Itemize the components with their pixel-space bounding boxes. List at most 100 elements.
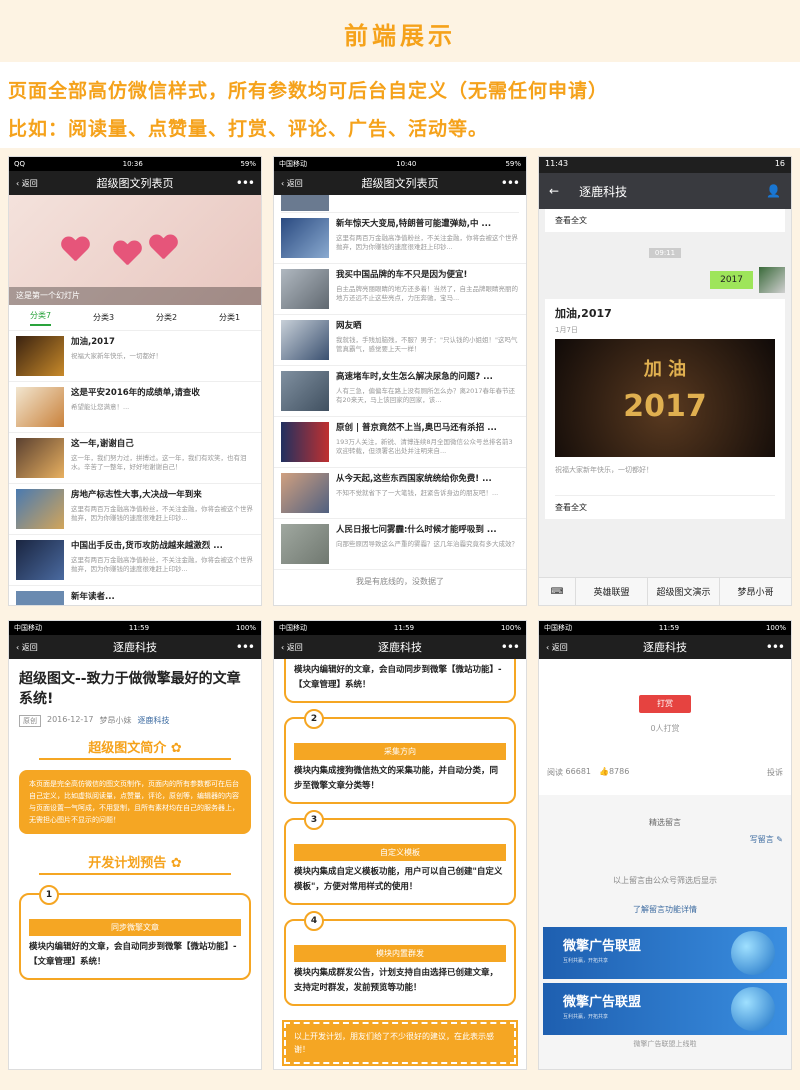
plan-heading: 模块内置群发 (294, 945, 506, 962)
item-title: 这一年,谢谢自己 (71, 439, 134, 449)
back-label: 返回 (551, 642, 568, 652)
carousel-slide[interactable]: 这是第一个幻灯片 (9, 195, 261, 305)
list-item[interactable]: 我买中国品牌的车不只是因为便宜! 自主品牌亮丽眼睛的地方还多着！当然了，自主品牌眼… (274, 264, 526, 315)
article-card[interactable]: 加油,2017 1月7日 加 油 2017 祝福大家新年快乐，一切都好！ 查看全文 (545, 299, 785, 519)
globe-icon (731, 987, 775, 1031)
nav-title: 超级图文列表页 (96, 177, 174, 190)
tab-category-3[interactable]: 分类3 (93, 312, 114, 323)
page-title: 前端展示 (344, 22, 456, 50)
article-card-partial[interactable]: 查看全文 (545, 209, 785, 232)
back-arrow-icon[interactable]: ← (549, 184, 559, 198)
section-heading: 超级图文简介 ✿ (88, 741, 182, 756)
item-desc: 希望能让您满意！... (71, 403, 130, 411)
more-icon[interactable]: ••• (236, 640, 255, 654)
heart-icon (61, 237, 89, 263)
ad-banner[interactable]: 微擎广告联盟 互利共赢，开拓共享 (543, 983, 787, 1035)
phone-chat-page: 11:43 16 ← 逐鹿科技 👤 查看全文 09:11 2017 加油,2017 1… (538, 156, 792, 606)
nav-title: 超级图文列表页 (361, 177, 439, 190)
list-footer: 我是有底线的，没数据了 (356, 577, 444, 586)
list-item[interactable]: 这一年,谢谢自己 这一年，我们努力过，拼搏过。这一年，我们有欢笑，也有泪水。辛苦了… (9, 433, 261, 484)
view-all-link[interactable]: 查看全文 (555, 495, 775, 513)
plan-number: 4 (304, 911, 324, 931)
item-desc: 这里有两百万金融高净值粉丝，不关注金融，你将会被这个世界抛弃，因为你赚钱的速度很… (336, 234, 518, 251)
list-item[interactable]: 这是平安2016年的成绩单,请查收 希望能让您满意！... (9, 382, 261, 433)
original-tag: 原创 (19, 715, 41, 727)
thumbnail (281, 218, 329, 258)
view-all-link[interactable]: 查看全文 (555, 216, 587, 225)
list-item[interactable]: 原创 | 普京竟然不上当,奥巴马还有杀招 ... 193万人关注，新锐、清博连续8… (274, 417, 526, 468)
like-button[interactable]: 👍8786 (599, 767, 629, 778)
back-button[interactable]: ‹ 返回 (16, 642, 38, 653)
thumbnail (16, 591, 64, 605)
reward-count: 0人打赏 (650, 724, 680, 733)
list-item[interactable]: 从今天起,这些东西国家统统给你免费! ... 不知不觉就省下了一大笔钱，赶紧告诉身… (274, 468, 526, 519)
back-button[interactable]: ‹ 返回 (16, 178, 38, 189)
more-icon[interactable]: ••• (766, 640, 785, 654)
item-desc: 不知不觉就省下了一大笔钱，赶紧告诉身边的朋友吧！... (336, 489, 499, 497)
item-title: 高速堵车时,女生怎么解决尿急的问题? ... (336, 372, 493, 382)
status-bar: 中国移动 11:59 100% (9, 621, 261, 635)
tab-category-7[interactable]: 分类7 (29, 310, 52, 326)
thumbnail (16, 489, 64, 529)
battery: 100% (765, 624, 786, 632)
list-item[interactable]: 网友晒 我就钱，手残加脑残，不服？男子："只认钱的小姐姐！"这吗气管真霸气，感觉要… (274, 315, 526, 366)
more-icon[interactable]: ••• (501, 640, 520, 654)
clock: 11:59 (393, 624, 415, 632)
plan-card: 4 模块内置群发 模块内集成群发公告，计划支持自由选择已创建文章，支持定时群发，发前… (284, 911, 516, 1006)
list-item[interactable]: 中国出手反击,货币攻防战越来越激烈 ... 这里有两百万金融高净值粉丝，不关注金融… (9, 535, 261, 586)
more-icon[interactable]: ••• (501, 176, 520, 190)
back-button[interactable]: ‹ 返回 (281, 178, 303, 189)
menu-item[interactable]: 梦昂小哥 (719, 578, 791, 605)
category-tabs: 分类7 分类3 分类2 分类1 (9, 305, 261, 331)
menu-item[interactable]: 超级图文演示 (647, 578, 719, 605)
like-count: 8786 (608, 767, 630, 776)
list-item-partial (281, 195, 519, 213)
avatar[interactable] (759, 267, 785, 293)
carrier: 中国移动 (279, 624, 307, 632)
menu-item[interactable]: 英雄联盟 (575, 578, 647, 605)
chat-menu: ⌨ 英雄联盟 超级图文演示 梦昂小哥 (539, 577, 791, 605)
chat-timestamp: 09:11 (539, 240, 791, 259)
item-title: 加油,2017 (71, 337, 115, 347)
item-title: 原创 | 普京竟然不上当,奥巴马还有杀招 ... (336, 423, 497, 433)
list-item[interactable]: 新年读者... (9, 586, 261, 605)
card-date: 1月7日 (555, 326, 578, 334)
list-item[interactable]: 加油,2017 祝福大家新年快乐，一切都好！ (9, 331, 261, 382)
signal: 16 (774, 159, 785, 168)
thumbnail (281, 195, 329, 211)
account-link[interactable]: 逐鹿科技 (138, 715, 170, 727)
item-title: 这是平安2016年的成绩单,请查收 (71, 388, 200, 398)
tab-category-2[interactable]: 分类2 (156, 312, 177, 323)
learn-more-link[interactable]: 了解留言功能详情 (539, 904, 791, 915)
list-item[interactable]: 新年惊天大变局,特朗普可能遭弹劾,中 ... 这里有两百万金融高净值粉丝，不关注金… (274, 213, 526, 264)
back-button[interactable]: ‹ 返回 (546, 642, 568, 653)
keyboard-icon[interactable]: ⌨ (539, 578, 575, 605)
item-desc: 自主品牌亮丽眼睛的地方还多着！当然了，自主品牌眼睛亮丽的地方还远不止这些亮点，力… (336, 285, 518, 302)
list-item[interactable]: 人民日报七问雾霾:什么时候才能呼吸到 ... 向那些原因导致这么严重的雾霾？这几年… (274, 519, 526, 570)
reward-button[interactable]: 打赏 (639, 695, 691, 713)
nav-bar: ‹ 返回 逐鹿科技 ••• (274, 635, 526, 659)
bottom-note: 以上开发计划，朋友们给了不少很好的建议，在此表示感谢！ (282, 1020, 518, 1066)
feature-line-2: 比如：阅读量、点赞量、打赏、评论、广告、活动等。 (8, 118, 489, 140)
more-icon[interactable]: ••• (236, 176, 255, 190)
message-bubble: 2017 (710, 271, 753, 289)
intro-box: 本页面是完全高仿微信的图文页制作，页面内的所有参数都可在后台自己定义，比如虚拟阅… (19, 770, 251, 834)
carrier: 中国移动 (14, 624, 42, 632)
plan-number: 2 (304, 709, 324, 729)
list-item[interactable]: 房地产标志性大事,大决战一年到来 这里有两百万金融高净值粉丝，不关注金融，你将会被… (9, 484, 261, 535)
ad-banner[interactable]: 微擎广告联盟 互利共赢，开拓共享 (543, 927, 787, 979)
profile-icon[interactable]: 👤 (766, 184, 781, 198)
battery: 59% (505, 160, 521, 168)
list-item[interactable]: 高速堵车时,女生怎么解决尿急的问题? ... 人有三急，偏偏车在路上没有厕所怎么办… (274, 366, 526, 417)
tab-category-1[interactable]: 分类1 (219, 312, 240, 323)
ad-link[interactable]: 微擎广告联盟上线啦 (539, 1039, 791, 1049)
phone-comments-page: 中国移动 11:59 100% ‹ 返回 逐鹿科技 ••• 打赏 0人打赏 阅读 666… (538, 620, 792, 1070)
report-link[interactable]: 投诉 (767, 767, 783, 778)
back-button[interactable]: ‹ 返回 (281, 642, 303, 653)
article-title: 超级图文--致力于做微擎最好的文章系统! (19, 671, 241, 707)
write-comment-link[interactable]: 写留言 ✎ (547, 834, 783, 845)
thumbnail (16, 336, 64, 376)
item-title: 人民日报七问雾霾:什么时候才能呼吸到 ... (336, 525, 497, 535)
clock: 10:36 (122, 160, 143, 168)
item-title: 我买中国品牌的车不只是因为便宜! (336, 270, 468, 280)
